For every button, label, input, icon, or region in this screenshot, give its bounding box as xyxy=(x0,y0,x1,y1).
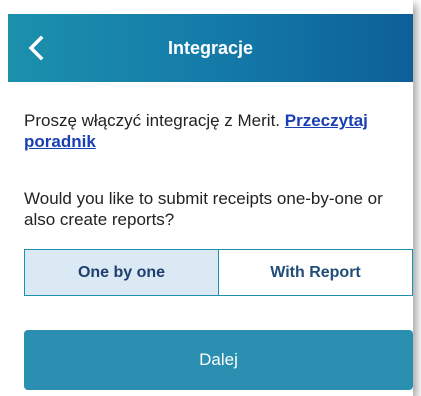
intro-text: Proszę włączyć integrację z Merit. Przec… xyxy=(24,110,394,152)
app-header: Integracje xyxy=(8,14,413,82)
intro-message: Proszę włączyć integrację z Merit. xyxy=(24,111,285,130)
one-by-one-option[interactable]: One by one xyxy=(25,250,219,295)
page-title: Integracje xyxy=(167,38,254,58)
app-screen: Integracje Proszę włączyć integrację z M… xyxy=(0,0,413,396)
next-button[interactable]: Dalej xyxy=(24,330,413,390)
submission-mode-selector: One by one With Report xyxy=(24,249,413,296)
with-report-option[interactable]: With Report xyxy=(219,250,412,295)
submission-question: Would you like to submit receipts one-by… xyxy=(24,189,383,229)
content: Proszę włączyć integrację z Merit. Przec… xyxy=(24,82,394,230)
back-button[interactable] xyxy=(18,30,54,66)
chevron-left-icon xyxy=(28,35,44,61)
